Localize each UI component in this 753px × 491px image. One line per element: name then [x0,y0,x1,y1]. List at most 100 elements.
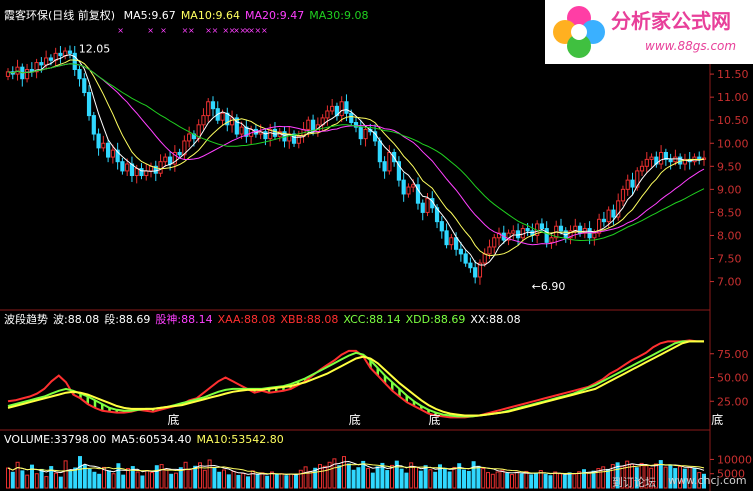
legend-entry: XCC:88.14 [343,313,401,326]
volume-bar [34,473,39,489]
candle-body [167,156,173,165]
candle-body [101,142,106,149]
candle-body [206,101,211,117]
volume-bar [375,466,380,489]
volume-bar [145,470,150,489]
candle-body [539,223,545,230]
candle-body [125,163,130,172]
candle-body [449,237,454,246]
volume-bar [58,476,63,489]
candle-body [473,267,478,278]
volume-bar [183,461,188,489]
volume-bar [126,468,130,489]
volume-bar [154,465,159,489]
volume-bar [476,465,481,489]
volume-bar [140,475,145,489]
candle-body [463,253,468,264]
candle-body [639,165,645,172]
volume-bar [73,467,78,489]
volume-bar [255,473,260,489]
volume-bar [222,469,226,489]
y-tick-label: 7.00 [717,276,742,289]
volume-bar [514,471,519,489]
candle-body [144,170,149,177]
legend-entry: XDD:88.69 [405,313,466,326]
volume-bar [188,469,193,489]
candle-body [511,230,516,234]
candle-body [658,151,664,165]
volume-bar [500,469,505,489]
volume-bar [15,461,20,489]
volume-bar [490,473,495,489]
price-annotation: 12.05 [79,43,111,56]
volume-bar [226,474,231,489]
volume-bar [6,467,10,489]
volume-bar [44,476,49,489]
volume-bar [423,465,428,489]
candle-body [58,52,63,57]
candle-body [325,110,330,119]
legend-entry: 段:88.69 [104,313,151,326]
candle-body [625,179,630,190]
volume-bar [548,475,553,489]
volume-bar [466,470,471,489]
y-tick-label: 9.00 [717,183,742,196]
candle-body [134,168,139,177]
candle-body [263,131,268,140]
watermark-left: 到订论坛 [612,476,656,489]
chart-canvas: 11.50 11.00 10.50 10.00 9.50 9.00 8.50 8.00 7.50… [0,0,752,491]
volume-bar [442,467,447,489]
volume-bar [63,460,68,489]
candle-body [649,156,654,160]
volume-bar [265,475,270,489]
candle-body [420,202,425,213]
legend-entry: 波段趋势 [4,313,48,326]
candle-body [210,101,216,110]
candle-body [48,57,54,61]
candle-body [458,248,463,255]
y-tick-label: 11.00 [717,91,749,104]
candle-body [363,128,368,140]
y-tick-label: 7.50 [717,253,742,266]
candle-body [201,115,206,126]
candle-body [82,78,87,94]
candle-body [454,237,459,250]
volume-bar [159,464,164,489]
volume-bar [567,472,572,489]
candle-body [44,57,49,66]
candle-body [306,119,311,130]
candle-body [239,126,244,135]
candle-body [39,62,44,66]
volume-bar [543,473,548,489]
legend-entry: MA5:60534.40 [111,433,192,446]
candle-body [220,112,225,121]
candle-body [339,101,344,117]
candle-body [525,228,530,232]
candle-body [644,158,649,167]
volume-bar [116,463,121,489]
candle-body [406,186,411,195]
candle-body [387,151,392,172]
signal-marker: × [188,26,195,35]
volume-bar [217,471,222,489]
volume-bar [447,471,452,489]
volume-bar [361,460,366,489]
candle-body [120,161,125,172]
volume-bar [428,469,433,489]
price-annotation: ←6.90 [532,280,566,293]
candle-body [592,232,597,239]
candle-body [601,218,606,223]
volume-bar [231,470,236,489]
volume-bar [97,473,102,489]
candle-body [96,133,101,149]
candle-body [611,209,616,218]
candle-body [358,126,363,140]
volume-bar [433,471,438,489]
bottom-marker: 底 [168,412,180,427]
legend-entry: MA5:9.67 [123,9,176,22]
y-tick-label: 8.00 [717,229,742,242]
volume-bar [663,466,668,489]
candle-body [67,50,73,54]
candle-body [330,105,335,112]
volume-bar [577,471,582,489]
